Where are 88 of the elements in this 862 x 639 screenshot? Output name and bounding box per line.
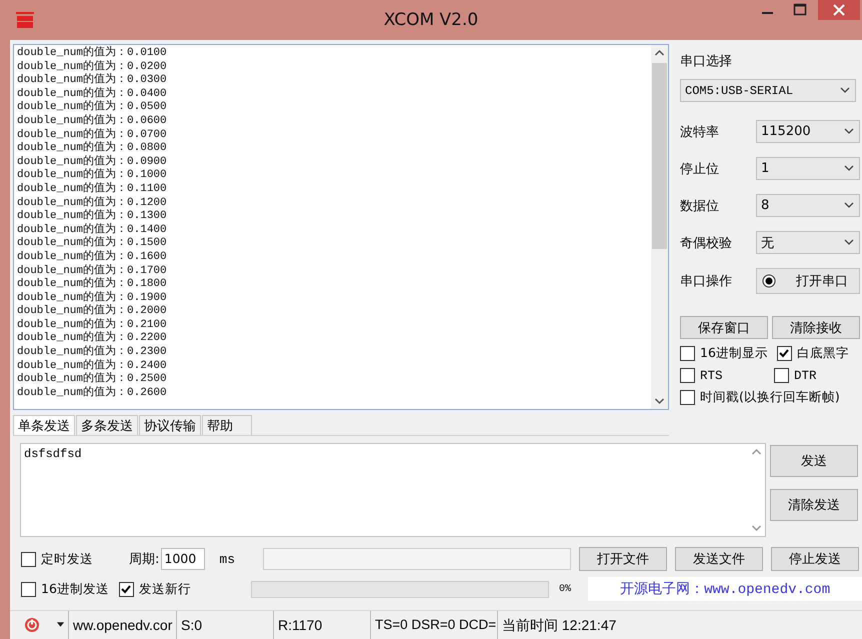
checkbox-label: RTS xyxy=(700,368,723,382)
app-logo-icon xyxy=(15,11,35,29)
checkbox[interactable] xyxy=(680,346,695,361)
send-action-button[interactable]: 清除发送 xyxy=(770,489,858,521)
log-line: double_num的值为：0.1300 xyxy=(17,210,168,223)
setting-label: 数据位 xyxy=(680,198,720,214)
period-field[interactable]: 1000 xyxy=(161,548,206,570)
checkbox-label: 定时发送 xyxy=(41,550,93,568)
port-select[interactable]: COM5:USB-SERIAL xyxy=(680,79,856,102)
checkbox-label: 时间戳(以换行回车断帧) xyxy=(700,389,840,406)
checkbox[interactable] xyxy=(21,582,36,596)
checkbox-label: 白底黑字 xyxy=(797,345,849,362)
send-action-button[interactable]: 发送 xyxy=(770,445,858,477)
log-line: double_num的值为：0.1100 xyxy=(17,182,168,196)
log-line: double_num的值为：0.0800 xyxy=(17,142,168,155)
log-line: double_num的值为：0.2500 xyxy=(17,373,168,386)
checkbox-label: 16进制显示 xyxy=(700,345,768,362)
setting-select[interactable]: 1 xyxy=(756,157,860,180)
open-port-button[interactable]: 打开串口 xyxy=(756,268,860,294)
unit-label: ms xyxy=(219,552,235,566)
log-line: double_num的值为：0.1500 xyxy=(17,237,168,250)
dropdown-caret-icon[interactable] xyxy=(56,622,65,628)
send-tab[interactable]: 协议传输 xyxy=(139,415,201,435)
chevron-icon xyxy=(844,128,854,134)
checkbox[interactable] xyxy=(21,552,36,566)
log-line: double_num的值为：0.0400 xyxy=(17,88,168,100)
send-tab[interactable]: 多条发送 xyxy=(76,415,138,435)
status-url[interactable]: ww.openedv.cor xyxy=(68,611,176,639)
period-label: 周期: xyxy=(129,551,160,568)
power-icon[interactable] xyxy=(24,617,40,633)
close-icon[interactable] xyxy=(818,0,860,20)
chevron-icon xyxy=(844,239,854,245)
setting-select[interactable]: 8 xyxy=(756,194,860,217)
setting-select[interactable]: 无 xyxy=(756,231,860,254)
scrollbar[interactable] xyxy=(651,45,668,409)
log-line: double_num的值为：0.2400 xyxy=(17,360,168,372)
status-sent: S:0 xyxy=(176,611,273,639)
setting-label: 波特率 xyxy=(680,124,720,140)
checkbox[interactable] xyxy=(777,346,792,361)
checkbox[interactable] xyxy=(774,368,789,383)
checkbox-label: 发送新行 xyxy=(138,580,191,598)
chevron-icon xyxy=(844,202,854,208)
radio-dot-icon xyxy=(762,274,776,288)
progress-reading: 0% xyxy=(558,584,572,594)
log-line: double_num的值为：0.0900 xyxy=(17,156,168,168)
log-line: double_num的值为：0.2600 xyxy=(17,386,168,400)
send-tab[interactable]: 单条发送 xyxy=(13,415,75,435)
send-text-field[interactable]: dsfsdfsd xyxy=(20,443,766,537)
log-line: double_num的值为：0.2200 xyxy=(17,332,168,345)
checkbox[interactable] xyxy=(118,582,134,596)
log-line: double_num的值为：0.1000 xyxy=(17,169,168,182)
checkbox[interactable] xyxy=(680,390,695,405)
log-line: double_num的值为：0.2000 xyxy=(17,305,168,318)
setting-select[interactable]: 115200 xyxy=(756,120,860,143)
send-tab[interactable]: 帮助 xyxy=(202,415,252,435)
log-line: double_num的值为：0.2300 xyxy=(17,346,168,359)
receive-button[interactable]: 保存窗口 xyxy=(680,316,768,339)
file-button[interactable]: 发送文件 xyxy=(675,547,763,571)
checkbox-label: 16进制发送 xyxy=(41,580,109,598)
file-path-field[interactable] xyxy=(263,548,571,570)
chevron-icon xyxy=(840,87,850,93)
chevron-icon xyxy=(844,165,854,171)
port-operation-label: 串口操作 xyxy=(680,273,733,290)
log-line: double_num的值为：0.0300 xyxy=(17,74,168,87)
file-button[interactable]: 停止发送 xyxy=(771,547,859,571)
log-line: double_num的值为：0.0600 xyxy=(17,114,168,128)
setting-label: 奇偶校验 xyxy=(680,234,733,252)
log-line: double_num的值为：0.1200 xyxy=(17,196,168,209)
log-line: double_num的值为：0.1700 xyxy=(17,264,168,277)
window-title: XCOM V2.0 xyxy=(384,10,478,30)
log-line: double_num的值为：0.1600 xyxy=(17,250,168,264)
checkbox[interactable] xyxy=(680,368,695,383)
log-line: double_num的值为：0.0700 xyxy=(17,128,168,141)
status-signals: TS=0 DSR=0 DCD= xyxy=(370,611,497,639)
setting-label: 停止位 xyxy=(680,160,720,178)
receive-button[interactable]: 清除接收 xyxy=(772,316,860,339)
log-line: double_num的值为：0.1900 xyxy=(17,292,168,304)
port-select-label: 串口选择 xyxy=(680,53,733,70)
log-line: double_num的值为：0.0500 xyxy=(17,101,168,114)
log-line: double_num的值为：0.1400 xyxy=(17,224,168,236)
log-line: double_num的值为：0.2100 xyxy=(17,318,168,331)
checkbox-label: DTR xyxy=(794,368,817,382)
log-line: double_num的值为：0.1800 xyxy=(17,278,168,291)
log-line: double_num的值为：0.0200 xyxy=(17,60,168,73)
status-time: 当前时间 12:21:47 xyxy=(497,611,862,639)
file-button[interactable]: 打开文件 xyxy=(579,547,667,571)
status-received: R:1170 xyxy=(273,611,370,639)
log-line: double_num的值为：0.0100 xyxy=(17,47,168,60)
